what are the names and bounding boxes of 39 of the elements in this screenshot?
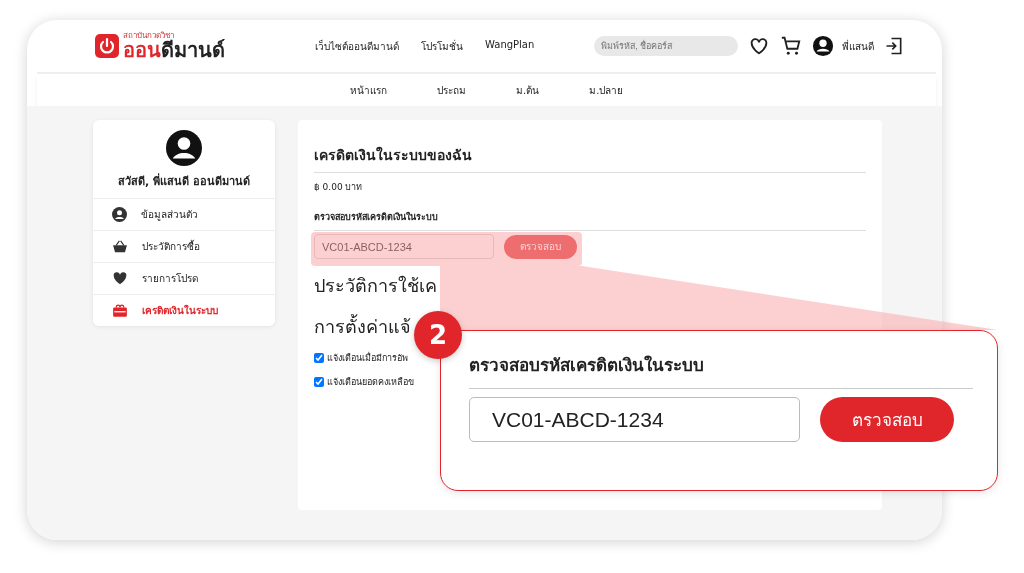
user-name[interactable]: พี่แสนดี	[842, 38, 875, 54]
user-icon	[112, 207, 127, 222]
checkbox-label: แจ้งเตือนเมื่อมีการอัพ	[327, 351, 408, 365]
subnav-link[interactable]: หน้าแรก	[350, 82, 387, 98]
sidebar-item[interactable]: เครดิตเงินในระบบ	[93, 294, 275, 326]
checkbox-label: แจ้งเตือนยอดคงเหลือข	[327, 376, 414, 389]
subnav-link[interactable]: ประถม	[437, 82, 466, 98]
nav-link[interactable]: เว็บไซต์ออนดีมานด์	[315, 38, 399, 54]
greeting: สวัสดี, พี่แสนดี ออนดีมานด์	[118, 172, 250, 190]
user-avatar-icon[interactable]	[812, 35, 835, 57]
section-heading: การตั้งค่าแจ้	[314, 313, 411, 339]
callout-title: ตรวจสอบรหัสเครดิตเงินในระบบ	[469, 351, 973, 389]
logo-name: ดีมานด์	[161, 38, 225, 62]
basket-icon	[112, 239, 128, 254]
checkbox[interactable]	[314, 377, 324, 387]
nav-link[interactable]: โปรโมชั่น	[421, 38, 463, 54]
logo-name: ออน	[123, 38, 161, 62]
user-avatar-icon	[166, 130, 202, 166]
gift-icon	[112, 303, 128, 318]
balance: ฿ 0.00 บาท	[314, 181, 364, 194]
nav-link[interactable]: WangPlan	[485, 38, 535, 54]
code-field[interactable]: VC01-ABCD-1234	[469, 397, 800, 442]
logo-tagline: สถาบันกวดวิชา	[123, 32, 174, 40]
checkbox[interactable]	[314, 353, 324, 363]
sidebar-item[interactable]: รายการโปรด	[93, 262, 275, 294]
section-heading: ประวัติการใช้เค	[314, 274, 437, 298]
logout-icon[interactable]	[884, 36, 905, 56]
cart-icon[interactable]	[780, 35, 803, 57]
section-title: เครดิตเงินในระบบของฉัน	[314, 144, 866, 173]
subnav-link[interactable]: ม.ต้น	[516, 82, 540, 98]
check-button[interactable]: ตรวจสอบ	[820, 397, 954, 442]
field-label: ตรวจสอบรหัสเครดิตเงินในระบบ	[314, 210, 866, 231]
subnav-link[interactable]: ม.ปลาย	[589, 82, 624, 98]
sidebar-item[interactable]: ประวัติการซื้อ	[93, 230, 275, 262]
power-logo-icon	[95, 34, 119, 58]
code-field[interactable]: VC01-ABCD-1234	[314, 234, 494, 259]
sidebar-item[interactable]: ข้อมูลส่วนตัว	[93, 198, 275, 230]
search-field[interactable]: พิมพ์รหัส, ชื่อคอร์ส	[594, 36, 739, 56]
heart-icon	[112, 271, 128, 286]
